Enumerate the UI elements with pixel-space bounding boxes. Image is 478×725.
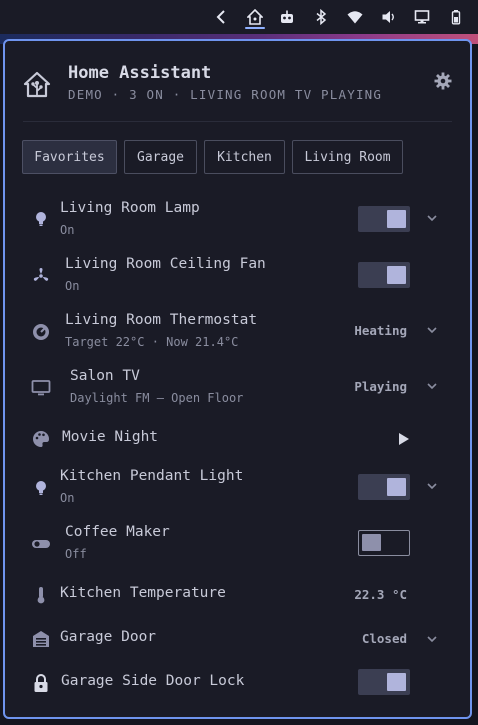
- tab-kitchen[interactable]: Kitchen: [204, 140, 285, 174]
- fan-icon: [31, 266, 51, 286]
- chevron-down-icon[interactable]: [426, 212, 438, 224]
- entity-row-movie-night[interactable]: Movie Night: [23, 417, 452, 461]
- entity-name: Living Room Lamp: [60, 200, 200, 216]
- entity-secondary: On: [65, 279, 80, 293]
- toggle-knob: [387, 210, 406, 228]
- lightbulb-icon: [31, 478, 51, 498]
- home-assistant-logo-icon: [23, 71, 51, 98]
- monitor-icon: [414, 10, 430, 24]
- entity-row-garage-door[interactable]: Garage Door Closed: [23, 617, 452, 661]
- entity-toggle[interactable]: [358, 206, 410, 232]
- entity-row-living-room-thermostat[interactable]: Living Room Thermostat Target 22°C · Now…: [23, 305, 452, 357]
- chevron-down-icon[interactable]: [426, 380, 438, 392]
- toggle-knob: [387, 266, 406, 284]
- palette-icon: [31, 429, 51, 449]
- entity-row-salon-tv[interactable]: Salon TV Daylight FM — Open Floor Playin…: [23, 361, 452, 413]
- display-tray-button[interactable]: [407, 0, 437, 34]
- entity-toggle[interactable]: [358, 669, 410, 695]
- gear-icon[interactable]: [434, 72, 452, 90]
- entity-name: Salon TV: [70, 368, 140, 384]
- panel-header: Home Assistant DEMO · 3 ON · LIVING ROOM…: [23, 63, 452, 113]
- entity-row-living-room-ceiling-fan[interactable]: Living Room Ceiling Fan On: [23, 249, 452, 301]
- chevron-down-icon[interactable]: [426, 633, 438, 645]
- entity-name: Garage Side Door Lock: [61, 673, 245, 689]
- entity-toggle[interactable]: [358, 530, 410, 556]
- entity-row-kitchen-temperature: Kitchen Temperature 22.3 °C: [23, 573, 452, 617]
- volume-icon: [382, 11, 394, 23]
- toggle-knob: [362, 534, 381, 551]
- bluetooth-icon: [316, 9, 327, 25]
- chevron-left-icon: [216, 10, 225, 24]
- volume-tray-button[interactable]: [374, 0, 404, 34]
- battery-icon: [451, 10, 461, 25]
- lightbulb-icon: [31, 209, 51, 229]
- entity-name: Living Room Ceiling Fan: [65, 256, 266, 272]
- tab-garage[interactable]: Garage: [124, 140, 197, 174]
- entity-row-kitchen-pendant-light[interactable]: Kitchen Pendant Light On: [23, 461, 452, 513]
- entity-state: Closed: [361, 631, 407, 646]
- entity-secondary: On: [60, 491, 75, 505]
- home-assistant-tray-button[interactable]: [240, 0, 270, 34]
- panel-subtitle: DEMO · 3 ON · LIVING ROOM TV PLAYING: [68, 87, 383, 102]
- bluetooth-tray-button[interactable]: [306, 0, 336, 34]
- wifi-tray-button[interactable]: [340, 0, 370, 34]
- entity-name: Coffee Maker: [65, 524, 170, 540]
- wifi-icon: [347, 11, 363, 24]
- tab-favorites[interactable]: Favorites: [22, 140, 117, 174]
- entity-state: 22.3 °C: [354, 587, 407, 602]
- entity-secondary: On: [60, 223, 75, 237]
- home-assistant-panel: Home Assistant DEMO · 3 ON · LIVING ROOM…: [3, 39, 472, 719]
- switch-icon: [31, 534, 51, 554]
- entity-name: Garage Door: [60, 629, 157, 645]
- tv-icon: [31, 378, 51, 398]
- play-icon[interactable]: [397, 432, 411, 446]
- robot-icon: [281, 10, 293, 23]
- home-assistant-icon: [247, 9, 263, 25]
- entity-name: Movie Night: [62, 429, 159, 445]
- tab-living-room[interactable]: Living Room: [292, 140, 403, 174]
- toggle-knob: [387, 478, 406, 496]
- entity-secondary: Off: [65, 547, 87, 561]
- entity-row-coffee-maker[interactable]: Coffee Maker Off: [23, 517, 452, 569]
- garage-icon: [31, 629, 51, 649]
- lock-icon: [31, 673, 51, 693]
- entity-row-garage-side-door-lock[interactable]: Garage Side Door Lock: [23, 661, 452, 707]
- entity-toggle[interactable]: [358, 262, 410, 288]
- toggle-knob: [387, 673, 406, 691]
- entity-name: Kitchen Temperature: [60, 585, 226, 601]
- entity-secondary: Daylight FM — Open Floor: [70, 391, 244, 405]
- thermometer-icon: [31, 585, 51, 605]
- system-tray-bar: [0, 0, 478, 34]
- chevron-down-icon[interactable]: [426, 480, 438, 492]
- collapse-tray-button[interactable]: [207, 0, 237, 34]
- panel-title: Home Assistant: [68, 63, 212, 83]
- entity-state: Heating: [354, 323, 407, 338]
- battery-tray-button[interactable]: [441, 0, 471, 34]
- entity-toggle[interactable]: [358, 474, 410, 500]
- robot-tray-button[interactable]: [272, 0, 302, 34]
- entity-name: Living Room Thermostat: [65, 312, 258, 328]
- header-divider: [23, 121, 452, 122]
- entity-secondary: Target 22°C · Now 21.4°C: [65, 335, 239, 349]
- entity-row-living-room-lamp[interactable]: Living Room Lamp On: [23, 193, 452, 245]
- entity-state: Playing: [354, 379, 407, 394]
- thermostat-icon: [31, 322, 51, 342]
- chevron-down-icon[interactable]: [426, 324, 438, 336]
- entity-name: Kitchen Pendant Light: [60, 468, 244, 484]
